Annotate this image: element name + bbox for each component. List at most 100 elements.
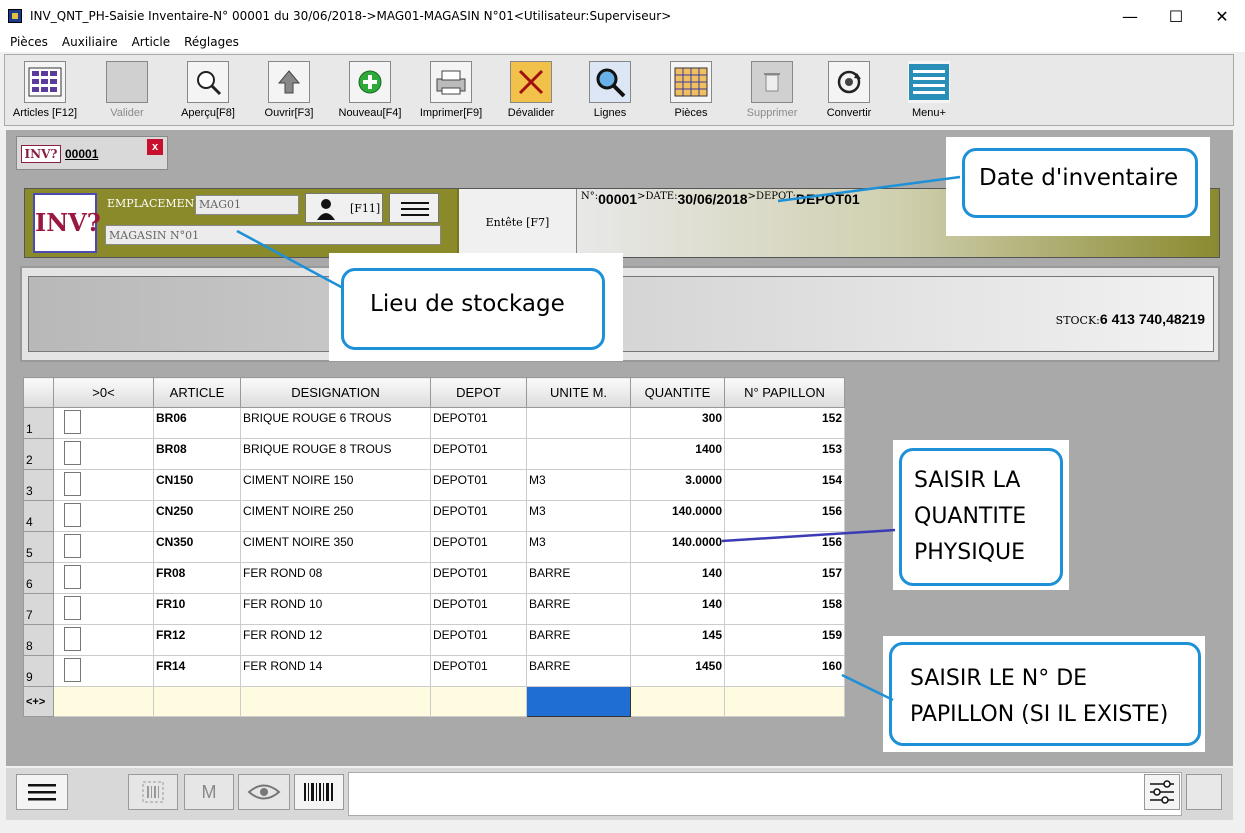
quantite-cell[interactable]: 140 — [630, 593, 725, 625]
column-header[interactable]: ARTICLE — [153, 377, 241, 408]
entete-button[interactable]: Entête [F7] — [459, 189, 577, 257]
unite-cell[interactable]: M3 — [526, 531, 631, 563]
table-row[interactable]: 9 FR14 FER ROND 14 DEPOT01 BARRE 1450 160 — [23, 655, 845, 687]
check-cell[interactable] — [53, 655, 154, 687]
designation-cell[interactable]: BRIQUE ROUGE 8 TROUS — [240, 438, 431, 470]
menu-auxiliaire[interactable]: Auxiliaire — [62, 35, 118, 49]
depot-cell[interactable]: DEPOT01 — [430, 655, 527, 687]
barcode-button[interactable] — [294, 774, 344, 810]
new-row-cell[interactable] — [153, 686, 241, 717]
papillon-cell[interactable]: 156 — [724, 531, 845, 563]
row-checkbox[interactable] — [64, 565, 81, 589]
document-tab[interactable]: INV? 00001 x — [16, 136, 168, 170]
imprimer-button[interactable]: Imprimer[F9] — [413, 59, 489, 123]
menu-plus-button[interactable]: Menu+ — [891, 59, 967, 123]
article-cell[interactable]: FR14 — [153, 655, 241, 687]
new-row-cell[interactable] — [724, 686, 845, 717]
designation-cell[interactable]: CIMENT NOIRE 150 — [240, 469, 431, 501]
close-tab-icon[interactable]: x — [147, 139, 163, 155]
designation-cell[interactable]: FER ROND 14 — [240, 655, 431, 687]
quantite-cell[interactable]: 140 — [630, 562, 725, 594]
check-cell[interactable] — [53, 407, 154, 439]
row-checkbox[interactable] — [64, 441, 81, 465]
depot-cell[interactable]: DEPOT01 — [430, 562, 527, 594]
lignes-button[interactable]: Lignes — [572, 59, 648, 123]
new-row-cell[interactable] — [430, 686, 527, 717]
table-row[interactable]: 7 FR10 FER ROND 10 DEPOT01 BARRE 140 158 — [23, 593, 845, 625]
papillon-cell[interactable]: 154 — [724, 469, 845, 501]
papillon-cell[interactable]: 159 — [724, 624, 845, 656]
designation-cell[interactable]: FER ROND 10 — [240, 593, 431, 625]
quantite-cell[interactable]: 145 — [630, 624, 725, 656]
table-row[interactable]: 5 CN350 CIMENT NOIRE 350 DEPOT01 M3 140.0000 1… — [23, 531, 845, 563]
settings-button[interactable] — [1144, 774, 1180, 810]
check-cell[interactable] — [53, 531, 154, 563]
extra-button[interactable] — [1186, 774, 1222, 810]
article-cell[interactable]: CN250 — [153, 500, 241, 532]
menu-article[interactable]: Article — [132, 35, 171, 49]
valider-button[interactable]: Valider — [89, 59, 165, 123]
unite-cell[interactable]: BARRE — [526, 655, 631, 687]
unite-cell[interactable]: BARRE — [526, 562, 631, 594]
quantite-cell[interactable]: 300 — [630, 407, 725, 439]
pieces-button[interactable]: Pièces — [653, 59, 729, 123]
papillon-cell[interactable]: 153 — [724, 438, 845, 470]
row-checkbox[interactable] — [64, 627, 81, 651]
minimize-button[interactable]: — — [1107, 0, 1153, 32]
row-checkbox[interactable] — [64, 534, 81, 558]
depot-cell[interactable]: DEPOT01 — [430, 593, 527, 625]
supprimer-button[interactable]: Supprimer — [734, 59, 810, 123]
papillon-cell[interactable]: 152 — [724, 407, 845, 439]
column-header[interactable]: DEPOT — [430, 377, 527, 408]
article-cell[interactable]: FR10 — [153, 593, 241, 625]
check-cell[interactable] — [53, 469, 154, 501]
view-button[interactable] — [238, 774, 290, 810]
designation-cell[interactable]: FER ROND 08 — [240, 562, 431, 594]
papillon-cell[interactable]: 156 — [724, 500, 845, 532]
hamburger-menu-button[interactable] — [389, 193, 439, 223]
devalider-button[interactable]: Dévalider — [493, 59, 569, 123]
quantite-cell[interactable]: 140.0000 — [630, 500, 725, 532]
check-cell[interactable] — [53, 562, 154, 594]
row-checkbox[interactable] — [64, 596, 81, 620]
menu-reglages[interactable]: Réglages — [184, 35, 239, 49]
table-row[interactable]: 3 CN150 CIMENT NOIRE 150 DEPOT01 M3 3.0000 154 — [23, 469, 845, 501]
depot-cell[interactable]: DEPOT01 — [430, 500, 527, 532]
magasin-field[interactable]: MAGASIN N°01 — [105, 225, 441, 245]
row-checkbox[interactable] — [64, 472, 81, 496]
table-row[interactable]: 8 FR12 FER ROND 12 DEPOT01 BARRE 145 159 — [23, 624, 845, 656]
article-cell[interactable]: FR12 — [153, 624, 241, 656]
ouvrir-button[interactable]: Ouvrir[F3] — [251, 59, 327, 123]
quantite-cell[interactable]: 1400 — [630, 438, 725, 470]
unite-cell[interactable]: M3 — [526, 500, 631, 532]
table-row[interactable]: 2 BR08 BRIQUE ROUGE 8 TROUS DEPOT01 1400 153 — [23, 438, 845, 470]
column-header[interactable]: DESIGNATION — [240, 377, 431, 408]
close-button[interactable]: ✕ — [1199, 0, 1245, 32]
column-header[interactable]: >0< — [53, 377, 154, 408]
bottom-menu-button[interactable] — [16, 774, 68, 810]
m-button[interactable]: M — [184, 774, 234, 810]
designation-cell[interactable]: FER ROND 12 — [240, 624, 431, 656]
article-cell[interactable]: CN150 — [153, 469, 241, 501]
unite-cell[interactable]: BARRE — [526, 624, 631, 656]
depot-cell[interactable]: DEPOT01 — [430, 624, 527, 656]
check-cell[interactable] — [53, 624, 154, 656]
user-f11-button[interactable]: [F11] — [305, 193, 383, 223]
article-cell[interactable]: BR08 — [153, 438, 241, 470]
column-header[interactable]: QUANTITE — [630, 377, 725, 408]
depot-cell[interactable]: DEPOT01 — [430, 438, 527, 470]
unite-cell[interactable]: BARRE — [526, 593, 631, 625]
column-header[interactable]: UNITE M. — [526, 377, 631, 408]
active-cell[interactable] — [526, 686, 631, 717]
maximize-button[interactable]: ☐ — [1153, 0, 1199, 32]
designation-cell[interactable]: BRIQUE ROUGE 6 TROUS — [240, 407, 431, 439]
row-checkbox[interactable] — [64, 503, 81, 527]
papillon-cell[interactable]: 157 — [724, 562, 845, 594]
column-header[interactable]: N° PAPILLON — [724, 377, 845, 408]
table-row[interactable]: 4 CN250 CIMENT NOIRE 250 DEPOT01 M3 140.0000 1… — [23, 500, 845, 532]
papillon-cell[interactable]: 160 — [724, 655, 845, 687]
table-row[interactable]: 1 BR06 BRIQUE ROUGE 6 TROUS DEPOT01 300 152 — [23, 407, 845, 439]
new-row-cell[interactable] — [53, 686, 154, 717]
quantite-cell[interactable]: 140.0000 — [630, 531, 725, 563]
designation-cell[interactable]: CIMENT NOIRE 350 — [240, 531, 431, 563]
